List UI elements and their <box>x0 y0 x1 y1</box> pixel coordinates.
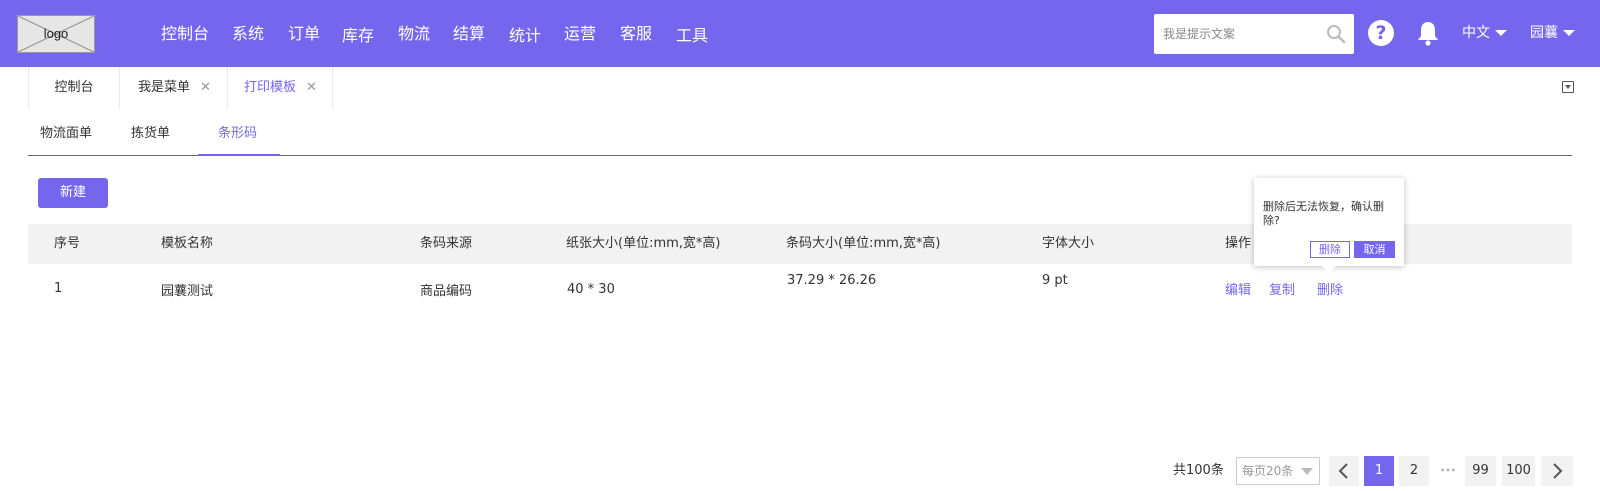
page-tab-label: 我是菜单 <box>138 80 191 95</box>
nav-item-orders[interactable]: 订单 <box>288 0 320 67</box>
page-size-value: 每页20条 <box>1242 464 1294 478</box>
sub-tab-logistics-waybill[interactable]: 物流面单 <box>40 114 92 154</box>
nav-item-operations[interactable]: 运营 <box>564 0 596 67</box>
nav-item-statistics[interactable]: 统计 <box>509 0 541 67</box>
sub-tab-picking-list[interactable]: 拣货单 <box>131 114 170 154</box>
nav-item-system[interactable]: 系统 <box>232 0 264 67</box>
column-header-barcode-size: 条码大小(单位:mm,宽*高) <box>786 236 941 251</box>
nav-item-dashboard[interactable]: 控制台 <box>161 0 209 67</box>
search-input[interactable] <box>1154 14 1322 54</box>
edit-link[interactable]: 编辑 <box>1225 279 1251 298</box>
page-tab-print-template[interactable]: 打印模板 ✕ <box>228 67 333 109</box>
cell-index: 1 <box>54 281 63 296</box>
cell-barcode-size: 37.29 * 26.26 <box>787 273 877 288</box>
column-header-template-name: 模板名称 <box>161 236 214 251</box>
next-page-button[interactable] <box>1541 456 1573 486</box>
caret-down-icon <box>1563 30 1575 36</box>
total-count: 共100条 <box>1173 463 1224 478</box>
help-icon[interactable]: ? <box>1368 20 1394 46</box>
caret-down-icon <box>1301 468 1313 475</box>
sub-tab-barcode[interactable]: 条形码 <box>218 114 257 154</box>
nav-item-tools[interactable]: 工具 <box>676 0 708 67</box>
chevron-right-icon <box>1553 463 1563 479</box>
column-header-font-size: 字体大小 <box>1042 236 1095 251</box>
user-dropdown[interactable]: 园蘘 <box>1530 0 1575 67</box>
column-header-paper-size: 纸张大小(单位:mm,宽*高) <box>566 236 721 251</box>
column-header-actions: 操作 <box>1225 236 1252 251</box>
page-button-99[interactable]: 99 <box>1465 456 1496 486</box>
chevron-left-icon <box>1338 463 1348 479</box>
column-header-barcode-source: 条码来源 <box>420 236 473 251</box>
bell-icon[interactable] <box>1416 20 1440 50</box>
popover-confirm-button[interactable]: 删除 <box>1310 241 1350 258</box>
page-button-1[interactable]: 1 <box>1364 456 1394 486</box>
page-tab-dashboard[interactable]: 控制台 <box>28 67 120 109</box>
ellipsis-icon[interactable]: ••• <box>1433 456 1462 486</box>
close-icon[interactable]: ✕ <box>200 80 211 95</box>
popover-cancel-button[interactable]: 取消 <box>1354 241 1395 258</box>
popover-message: 删除后无法恢复，确认删除? <box>1263 200 1384 227</box>
page-tab-my-menu[interactable]: 我是菜单 ✕ <box>120 67 228 109</box>
column-header-index: 序号 <box>54 236 81 251</box>
search-box <box>1154 14 1354 54</box>
cell-paper-size: 40 * 30 <box>567 282 615 297</box>
page-button-2[interactable]: 2 <box>1399 456 1429 486</box>
nav-item-inventory[interactable]: 库存 <box>342 0 374 67</box>
caret-down-icon <box>1495 30 1507 36</box>
logo[interactable]: logo <box>17 15 95 53</box>
page-button-100[interactable]: 100 <box>1502 456 1535 486</box>
popover-arrow <box>1322 266 1336 273</box>
prev-page-button[interactable] <box>1329 456 1359 486</box>
close-icon[interactable]: ✕ <box>306 80 317 95</box>
user-name: 园蘘 <box>1530 25 1558 41</box>
collapse-icon[interactable] <box>1562 81 1574 93</box>
new-button[interactable]: 新建 <box>38 178 108 208</box>
page-size-select[interactable]: 每页20条 <box>1236 457 1320 485</box>
page-tab-label: 控制台 <box>54 80 94 95</box>
logo-text: logo <box>43 26 69 41</box>
language-dropdown[interactable]: 中文 <box>1462 0 1507 67</box>
top-navigation-bar: logo 控制台 系统 订单 库存 物流 结算 统计 运营 客服 工具 ? 中文… <box>0 0 1600 67</box>
nav-item-settlement[interactable]: 结算 <box>453 0 485 67</box>
nav-item-logistics[interactable]: 物流 <box>398 0 430 67</box>
delete-link[interactable]: 删除 <box>1317 279 1343 298</box>
cell-font-size: 9 pt <box>1042 273 1068 288</box>
page-tab-label: 打印模板 <box>244 80 297 95</box>
nav-item-customer-service[interactable]: 客服 <box>620 0 652 67</box>
copy-link[interactable]: 复制 <box>1269 279 1295 298</box>
cell-barcode-source: 商品编码 <box>420 284 473 299</box>
language-label: 中文 <box>1462 25 1490 41</box>
cell-template-name: 园蘘测试 <box>161 284 214 299</box>
active-tab-indicator <box>198 154 280 156</box>
search-icon[interactable] <box>1326 24 1346 48</box>
